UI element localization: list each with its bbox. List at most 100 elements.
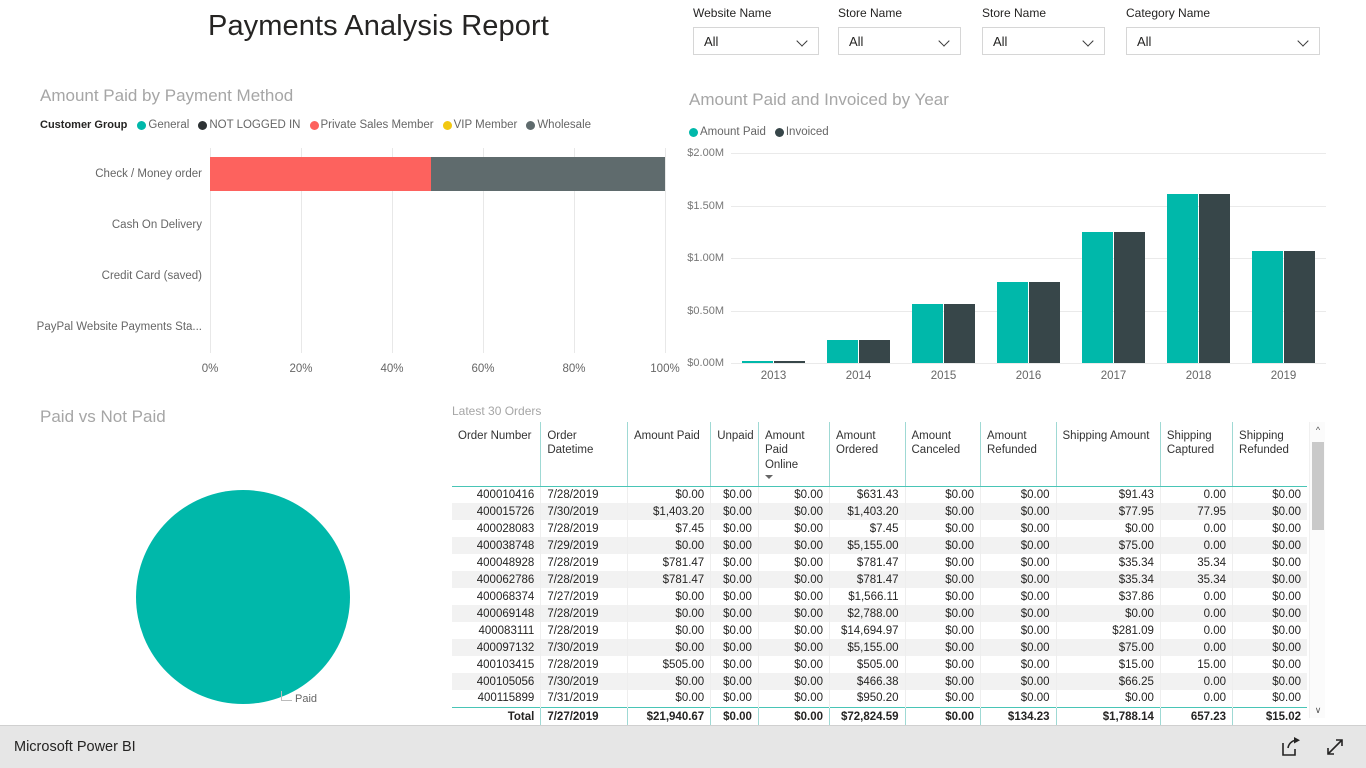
column-bar[interactable] xyxy=(742,360,773,363)
legend-item-4[interactable]: Wholesale xyxy=(526,119,591,131)
table-cell: 400038748 xyxy=(452,537,542,554)
amount-paid-by-payment-method-chart[interactable]: 0% 20% 40% 60% 80% 100% Check / Money order Cas… xyxy=(37,148,680,383)
slicer-store-name-1[interactable]: Store Name All xyxy=(838,6,961,55)
table-row[interactable]: 400015726 7/30/2019 $1,403.20 $0.00 $0.00 $1,… xyxy=(452,503,1307,520)
table-row[interactable]: 400083111 7/28/2019 $0.00 $0.00 $0.00 $14,694… xyxy=(452,622,1307,639)
table-cell: $0.00 xyxy=(1272,505,1301,518)
table-row[interactable]: 400038748 7/29/2019 $0.00 $0.00 $0.00 $5,155.… xyxy=(452,537,1307,554)
table-row[interactable]: 400010416 7/28/2019 $0.00 $0.00 $0.00 $631.43… xyxy=(452,486,1307,503)
scroll-down-icon[interactable]: ∨ xyxy=(1310,702,1326,718)
table-scrollbar[interactable]: ^ ∨ xyxy=(1309,422,1325,718)
table-cell: $0.00 xyxy=(758,673,831,690)
slicer-dropdown[interactable]: All xyxy=(838,27,961,55)
column-group[interactable] xyxy=(816,153,901,363)
table-cell: 0.00 xyxy=(1160,622,1234,639)
slicer-dropdown[interactable]: All xyxy=(1126,27,1320,55)
table-cell: $0.00 xyxy=(627,622,712,639)
table-column-header[interactable]: Amount Canceled xyxy=(905,422,981,487)
table-cell: $0.00 xyxy=(980,588,1057,605)
table-column-header[interactable]: Shipping Captured xyxy=(1160,422,1234,487)
paid-vs-not-paid-chart[interactable]: Paid xyxy=(40,405,450,715)
table-row[interactable]: 400062786 7/28/2019 $781.47 $0.00 $0.00 $781.… xyxy=(452,571,1307,588)
legend-item-2[interactable]: Private Sales Member xyxy=(309,119,434,131)
table-row[interactable]: 400048928 7/28/2019 $781.47 $0.00 $0.00 $781.… xyxy=(452,554,1307,571)
column-bar[interactable] xyxy=(1284,251,1315,363)
column-bar[interactable] xyxy=(997,282,1028,363)
legend-item-1[interactable]: Invoiced xyxy=(774,126,829,138)
slicer-dropdown[interactable]: All xyxy=(693,27,819,55)
table-cell: 0.00 xyxy=(1160,520,1234,537)
column-bar[interactable] xyxy=(1167,194,1198,363)
slicer-dropdown[interactable]: All xyxy=(982,27,1105,55)
table-column-header[interactable]: Amount Refunded xyxy=(980,422,1057,487)
column-group[interactable] xyxy=(1241,153,1326,363)
bar-row[interactable] xyxy=(210,259,665,293)
column-bar[interactable] xyxy=(1082,232,1113,363)
table-row[interactable]: 400103415 7/28/2019 $505.00 $0.00 $0.00 $505.… xyxy=(452,656,1307,673)
bar-row[interactable] xyxy=(210,208,665,242)
column-bar[interactable] xyxy=(1029,282,1060,363)
latest-orders-table-visual[interactable]: Latest 30 Orders Order Number Order Datet… xyxy=(452,404,1332,726)
table-cell: $281.09 xyxy=(1056,622,1161,639)
table-row[interactable]: 400068374 7/27/2019 $0.00 $0.00 $0.00 $1,566.… xyxy=(452,588,1307,605)
table-cell: $66.25 xyxy=(1056,673,1161,690)
legend-item-1[interactable]: NOT LOGGED IN xyxy=(198,119,301,131)
table-column-header[interactable]: Order Number xyxy=(452,422,542,487)
table-body[interactable]: 400010416 7/28/2019 $0.00 $0.00 $0.00 $631.43… xyxy=(452,486,1307,707)
table-column-header[interactable]: Amount Paid Online xyxy=(758,422,831,487)
column-bar[interactable] xyxy=(1114,232,1145,363)
table-column-header[interactable]: Order Datetime xyxy=(540,422,628,487)
scrollbar-thumb[interactable] xyxy=(1312,442,1324,530)
table-row[interactable]: 400069148 7/28/2019 $0.00 $0.00 $0.00 $2,788.… xyxy=(452,605,1307,622)
bar-row[interactable] xyxy=(210,310,665,344)
column-bar[interactable] xyxy=(859,339,890,363)
column-bar[interactable] xyxy=(1199,194,1230,363)
column-group[interactable] xyxy=(1156,153,1241,363)
legend-item-3[interactable]: VIP Member xyxy=(442,119,517,131)
column-plot-area: $0.00M $0.50M $1.00M $1.50M $2.00M 2013 2014 20… xyxy=(687,147,1326,382)
table-column-header[interactable]: Unpaid xyxy=(710,422,759,487)
bar-segment[interactable] xyxy=(430,156,665,191)
table-column-header[interactable]: Amount Paid xyxy=(627,422,712,487)
slicer-category-name[interactable]: Category Name All xyxy=(1126,6,1320,55)
table-cell: $0.00 xyxy=(1272,522,1301,535)
column-group[interactable] xyxy=(1071,153,1156,363)
table-cell: 0.00 xyxy=(1160,486,1234,503)
column-bar[interactable] xyxy=(944,303,975,363)
orders-table[interactable]: Order Number Order Datetime Amount Paid Unp… xyxy=(452,422,1307,726)
fullscreen-icon[interactable] xyxy=(1324,736,1346,758)
table-row[interactable]: 400097132 7/30/2019 $0.00 $0.00 $0.00 $5,155.… xyxy=(452,639,1307,656)
share-icon[interactable] xyxy=(1280,736,1302,758)
x-axis-tick-label: 80% xyxy=(562,363,586,375)
table-cell: $7.45 xyxy=(627,520,712,537)
amount-paid-and-invoiced-by-year-chart[interactable]: $0.00M $0.50M $1.00M $1.50M $2.00M 2013 2014 20… xyxy=(687,145,1334,385)
column-group[interactable] xyxy=(901,153,986,363)
table-cell: $0.00 xyxy=(1272,556,1301,569)
table-row[interactable]: 400105056 7/30/2019 $0.00 $0.00 $0.00 $466.38… xyxy=(452,673,1307,690)
table-title: Latest 30 Orders xyxy=(452,404,542,418)
table-row[interactable]: 400115899 7/31/2019 $0.00 $0.00 $0.00 $950.20… xyxy=(452,690,1307,707)
table-row[interactable]: 400028083 7/28/2019 $7.45 $0.00 $0.00 $7.45 $0… xyxy=(452,520,1307,537)
legend-item-0[interactable]: Amount Paid xyxy=(689,126,766,138)
table-cell: 77.95 xyxy=(1160,503,1234,520)
bar-row[interactable] xyxy=(210,156,665,191)
column-bar[interactable] xyxy=(827,339,858,363)
table-header-row[interactable]: Order Number Order Datetime Amount Paid Unp… xyxy=(452,422,1307,487)
table-cell: $0.00 xyxy=(980,520,1057,537)
table-column-header[interactable]: Amount Ordered xyxy=(829,422,906,487)
table-column-header[interactable]: Shipping Refunded xyxy=(1232,422,1307,487)
column-bar[interactable] xyxy=(1252,251,1283,363)
slicer-store-name-2[interactable]: Store Name All xyxy=(982,6,1105,55)
column-group[interactable] xyxy=(731,153,816,363)
pie-slice-paid[interactable] xyxy=(136,490,350,704)
column-group[interactable] xyxy=(986,153,1071,363)
legend-item-0[interactable]: General xyxy=(137,119,189,131)
table-column-header[interactable]: Shipping Amount xyxy=(1056,422,1161,487)
bar-segment[interactable] xyxy=(210,156,431,191)
column-bar[interactable] xyxy=(912,303,943,363)
table-cell: $0.00 xyxy=(710,656,759,673)
slicer-website-name[interactable]: Website Name All xyxy=(693,6,819,55)
column-bar[interactable] xyxy=(774,360,805,363)
scroll-up-icon[interactable]: ^ xyxy=(1310,422,1326,438)
x-axis-tick-label: 2015 xyxy=(930,370,957,382)
